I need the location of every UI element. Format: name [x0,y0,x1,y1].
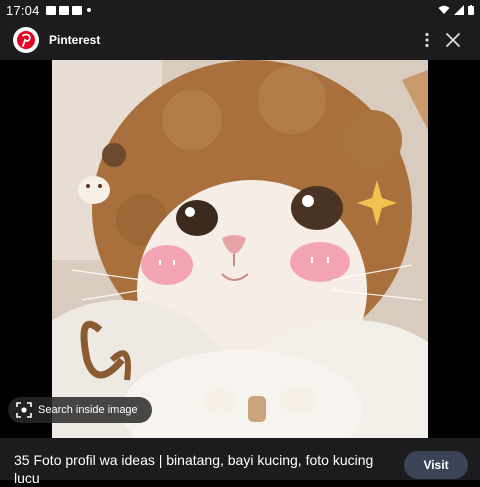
signal-icon [454,5,464,15]
search-inside-image-label: Search inside image [38,404,138,416]
pinterest-logo[interactable] [13,27,39,53]
dot-icon [86,8,91,12]
pin-title[interactable]: 35 Foto profil wa ideas | binatang, bayi… [14,451,384,469]
youtube-icon [58,5,69,15]
content-area: Search inside image [0,60,480,438]
search-inside-image-button[interactable]: Search inside image [8,397,152,423]
status-bar: 17:04 [0,0,480,20]
lens-search-icon [16,402,32,418]
pin-title-continued[interactable]: lucu [14,469,40,487]
battery-icon [468,5,474,15]
app-actions [424,32,460,48]
status-notification-icons [45,5,91,15]
app-bar: Pinterest [0,20,480,60]
result-bar: 35 Foto profil wa ideas | binatang, bayi… [0,438,480,486]
image-icon [45,5,56,15]
status-time: 17:04 [6,2,40,18]
visit-button[interactable]: Visit [404,451,468,479]
more-vertical-icon[interactable] [424,32,430,48]
pin-image[interactable] [52,60,428,438]
youtube-icon [71,5,82,15]
visit-label: Visit [423,458,449,472]
wifi-icon [438,5,450,14]
close-icon[interactable] [446,33,460,47]
status-system-icons [438,5,474,15]
app-title: Pinterest [49,33,101,47]
